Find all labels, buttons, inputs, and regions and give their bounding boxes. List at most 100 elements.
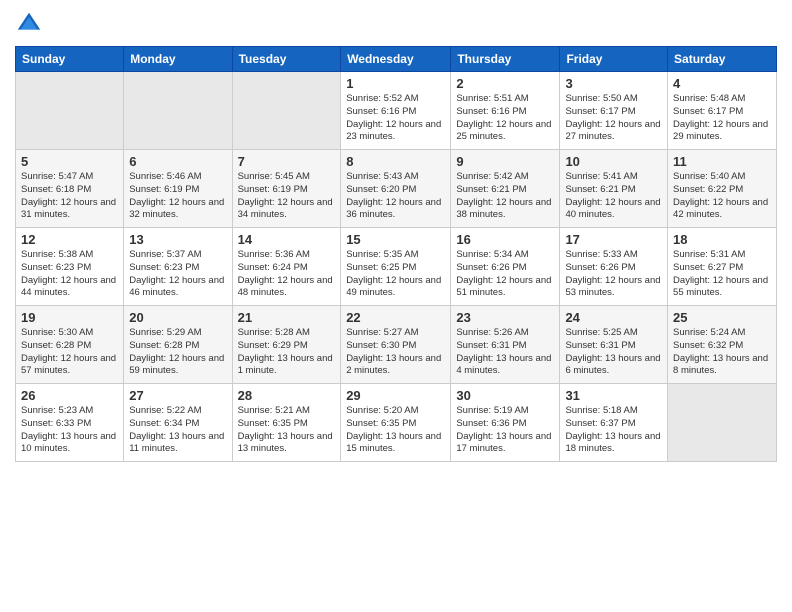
day-cell: 18 Sunrise: 5:31 AM Sunset: 6:27 PM Dayli… [668, 228, 777, 306]
day-info: Sunrise: 5:27 AM Sunset: 6:30 PM Dayligh… [346, 327, 445, 378]
calendar-table: SundayMondayTuesdayWednesdayThursdayFrid… [15, 46, 777, 462]
day-number: 24 [565, 310, 662, 325]
day-cell: 13 Sunrise: 5:37 AM Sunset: 6:23 PM Dayli… [124, 228, 232, 306]
day-number: 19 [21, 310, 118, 325]
day-number: 26 [21, 388, 118, 403]
day-cell: 24 Sunrise: 5:25 AM Sunset: 6:31 PM Dayli… [560, 306, 668, 384]
day-info: Sunrise: 5:51 AM Sunset: 6:16 PM Dayligh… [456, 93, 554, 144]
weekday-header-thursday: Thursday [451, 47, 560, 72]
day-number: 29 [346, 388, 445, 403]
week-row-1: 1 Sunrise: 5:52 AM Sunset: 6:16 PM Daylig… [16, 72, 777, 150]
day-info: Sunrise: 5:36 AM Sunset: 6:24 PM Dayligh… [238, 249, 336, 300]
day-info: Sunrise: 5:19 AM Sunset: 6:36 PM Dayligh… [456, 405, 554, 456]
day-info: Sunrise: 5:47 AM Sunset: 6:18 PM Dayligh… [21, 171, 118, 222]
week-row-5: 26 Sunrise: 5:23 AM Sunset: 6:33 PM Dayli… [16, 384, 777, 462]
day-number: 23 [456, 310, 554, 325]
day-info: Sunrise: 5:46 AM Sunset: 6:19 PM Dayligh… [129, 171, 226, 222]
day-info: Sunrise: 5:43 AM Sunset: 6:20 PM Dayligh… [346, 171, 445, 222]
day-cell: 27Sunrise: 5:22 AM Sunset: 6:34 PM Dayli… [124, 384, 232, 462]
day-number: 15 [346, 232, 445, 247]
day-cell: 17 Sunrise: 5:33 AM Sunset: 6:26 PM Dayli… [560, 228, 668, 306]
day-info: Sunrise: 5:20 AM Sunset: 6:35 PM Dayligh… [346, 405, 445, 456]
weekday-header-tuesday: Tuesday [232, 47, 341, 72]
day-cell: 28 Sunrise: 5:21 AM Sunset: 6:35 PM Dayli… [232, 384, 341, 462]
day-cell: 19 Sunrise: 5:30 AM Sunset: 6:28 PM Dayli… [16, 306, 124, 384]
day-number: 27 [129, 388, 226, 403]
day-info: Sunrise: 5:50 AM Sunset: 6:17 PM Dayligh… [565, 93, 662, 144]
page: SundayMondayTuesdayWednesdayThursdayFrid… [0, 0, 792, 612]
day-info: Sunrise: 5:37 AM Sunset: 6:23 PM Dayligh… [129, 249, 226, 300]
day-info: Sunrise: 5:29 AM Sunset: 6:28 PM Dayligh… [129, 327, 226, 378]
day-cell: 4 Sunrise: 5:48 AM Sunset: 6:17 PM Daylig… [668, 72, 777, 150]
day-info: Sunrise: 5:52 AM Sunset: 6:16 PM Dayligh… [346, 93, 445, 144]
day-cell: 5 Sunrise: 5:47 AM Sunset: 6:18 PM Daylig… [16, 150, 124, 228]
day-cell [124, 72, 232, 150]
day-number: 25 [673, 310, 771, 325]
weekday-header-monday: Monday [124, 47, 232, 72]
day-number: 28 [238, 388, 336, 403]
day-info: Sunrise: 5:21 AM Sunset: 6:35 PM Dayligh… [238, 405, 336, 456]
day-info: Sunrise: 5:31 AM Sunset: 6:27 PM Dayligh… [673, 249, 771, 300]
header [15, 10, 777, 38]
day-cell: 6Sunrise: 5:46 AM Sunset: 6:19 PM Daylig… [124, 150, 232, 228]
day-cell: 11Sunrise: 5:40 AM Sunset: 6:22 PM Dayli… [668, 150, 777, 228]
day-info: Sunrise: 5:42 AM Sunset: 6:21 PM Dayligh… [456, 171, 554, 222]
day-number: 5 [21, 154, 118, 169]
weekday-header-saturday: Saturday [668, 47, 777, 72]
day-cell: 23 Sunrise: 5:26 AM Sunset: 6:31 PM Dayli… [451, 306, 560, 384]
day-info: Sunrise: 5:33 AM Sunset: 6:26 PM Dayligh… [565, 249, 662, 300]
day-cell: 12Sunrise: 5:38 AM Sunset: 6:23 PM Dayli… [16, 228, 124, 306]
day-cell: 2Sunrise: 5:51 AM Sunset: 6:16 PM Daylig… [451, 72, 560, 150]
day-info: Sunrise: 5:34 AM Sunset: 6:26 PM Dayligh… [456, 249, 554, 300]
day-info: Sunrise: 5:38 AM Sunset: 6:23 PM Dayligh… [21, 249, 118, 300]
day-info: Sunrise: 5:41 AM Sunset: 6:21 PM Dayligh… [565, 171, 662, 222]
week-row-4: 19 Sunrise: 5:30 AM Sunset: 6:28 PM Dayli… [16, 306, 777, 384]
day-number: 16 [456, 232, 554, 247]
day-cell: 31Sunrise: 5:18 AM Sunset: 6:37 PM Dayli… [560, 384, 668, 462]
day-number: 4 [673, 76, 771, 91]
day-number: 17 [565, 232, 662, 247]
day-cell: 10Sunrise: 5:41 AM Sunset: 6:21 PM Dayli… [560, 150, 668, 228]
day-cell: 8 Sunrise: 5:43 AM Sunset: 6:20 PM Daylig… [341, 150, 451, 228]
day-info: Sunrise: 5:23 AM Sunset: 6:33 PM Dayligh… [21, 405, 118, 456]
day-info: Sunrise: 5:30 AM Sunset: 6:28 PM Dayligh… [21, 327, 118, 378]
day-cell: 7Sunrise: 5:45 AM Sunset: 6:19 PM Daylig… [232, 150, 341, 228]
day-info: Sunrise: 5:18 AM Sunset: 6:37 PM Dayligh… [565, 405, 662, 456]
day-number: 20 [129, 310, 226, 325]
day-info: Sunrise: 5:28 AM Sunset: 6:29 PM Dayligh… [238, 327, 336, 378]
day-cell: 15Sunrise: 5:35 AM Sunset: 6:25 PM Dayli… [341, 228, 451, 306]
day-cell [668, 384, 777, 462]
weekday-header-friday: Friday [560, 47, 668, 72]
day-info: Sunrise: 5:26 AM Sunset: 6:31 PM Dayligh… [456, 327, 554, 378]
weekday-header-wednesday: Wednesday [341, 47, 451, 72]
day-number: 21 [238, 310, 336, 325]
day-number: 18 [673, 232, 771, 247]
week-row-3: 12Sunrise: 5:38 AM Sunset: 6:23 PM Dayli… [16, 228, 777, 306]
day-cell: 20 Sunrise: 5:29 AM Sunset: 6:28 PM Dayli… [124, 306, 232, 384]
day-cell [16, 72, 124, 150]
weekday-header-row: SundayMondayTuesdayWednesdayThursdayFrid… [16, 47, 777, 72]
day-number: 8 [346, 154, 445, 169]
day-number: 22 [346, 310, 445, 325]
day-number: 11 [673, 154, 771, 169]
day-cell: 3Sunrise: 5:50 AM Sunset: 6:17 PM Daylig… [560, 72, 668, 150]
day-cell: 1 Sunrise: 5:52 AM Sunset: 6:16 PM Daylig… [341, 72, 451, 150]
day-info: Sunrise: 5:25 AM Sunset: 6:31 PM Dayligh… [565, 327, 662, 378]
day-number: 9 [456, 154, 554, 169]
logo-icon [15, 10, 43, 38]
day-number: 30 [456, 388, 554, 403]
day-cell: 9 Sunrise: 5:42 AM Sunset: 6:21 PM Daylig… [451, 150, 560, 228]
week-row-2: 5 Sunrise: 5:47 AM Sunset: 6:18 PM Daylig… [16, 150, 777, 228]
day-cell: 30 Sunrise: 5:19 AM Sunset: 6:36 PM Dayli… [451, 384, 560, 462]
day-cell: 25Sunrise: 5:24 AM Sunset: 6:32 PM Dayli… [668, 306, 777, 384]
day-number: 1 [346, 76, 445, 91]
day-info: Sunrise: 5:45 AM Sunset: 6:19 PM Dayligh… [238, 171, 336, 222]
day-cell: 16 Sunrise: 5:34 AM Sunset: 6:26 PM Dayli… [451, 228, 560, 306]
day-cell: 29 Sunrise: 5:20 AM Sunset: 6:35 PM Dayli… [341, 384, 451, 462]
day-cell: 22 Sunrise: 5:27 AM Sunset: 6:30 PM Dayli… [341, 306, 451, 384]
day-number: 13 [129, 232, 226, 247]
day-number: 14 [238, 232, 336, 247]
day-cell: 14 Sunrise: 5:36 AM Sunset: 6:24 PM Dayli… [232, 228, 341, 306]
day-cell [232, 72, 341, 150]
day-info: Sunrise: 5:48 AM Sunset: 6:17 PM Dayligh… [673, 93, 771, 144]
